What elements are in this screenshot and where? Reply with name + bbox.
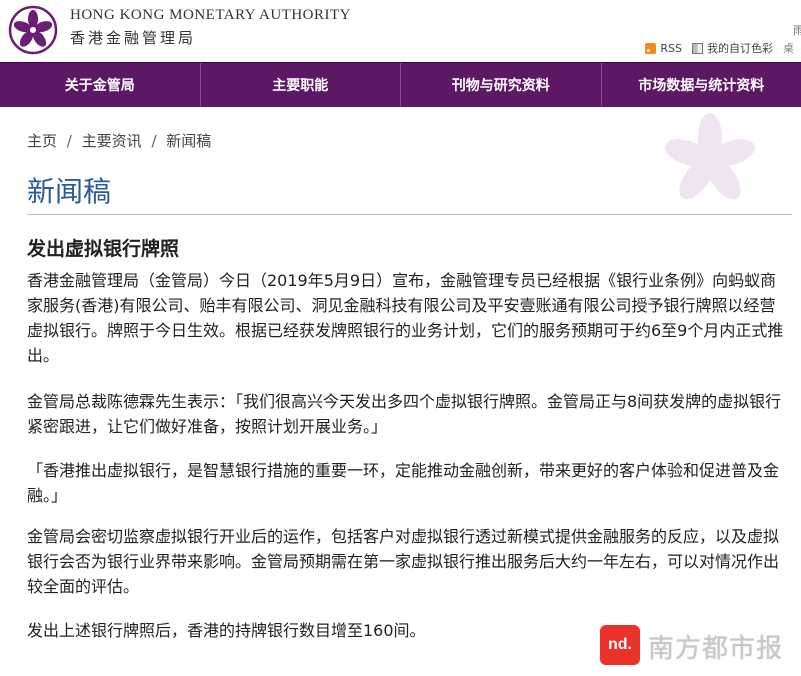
breadcrumb-separator: / xyxy=(66,132,72,150)
article-paragraph: 金管局总裁陈德霖先生表示：「我们很高兴今天发出多四个虚拟银行牌照。金管局正与8间… xyxy=(27,392,782,436)
main-nav: 关于金管局 主要职能 刊物与研究资料 市场数据与统计资料 xyxy=(0,62,801,107)
rss-icon[interactable] xyxy=(645,42,657,54)
article-paragraph: 金管局会密切监察虚拟银行开业后的运作，包括客户对虚拟银行透过新模式提供金融服务的… xyxy=(27,527,780,596)
media-watermark-name: 南方都市报 xyxy=(648,634,784,664)
org-name-en: HONG KONG MONETARY AUTHORITY xyxy=(70,7,351,23)
top-tools: RSS 我的自订色彩 桌 xyxy=(645,40,801,56)
top-cut-text: 雨 xyxy=(793,24,801,37)
title-divider xyxy=(27,214,792,215)
custom-color-link[interactable]: 我的自订色彩 xyxy=(707,40,773,56)
breadcrumb-current: 新闻稿 xyxy=(166,132,212,150)
bauhinia-watermark-icon xyxy=(665,113,755,200)
breadcrumb-home[interactable]: 主页 xyxy=(27,132,57,150)
palette-icon[interactable] xyxy=(692,42,703,54)
media-watermark-logo: nd. xyxy=(600,625,640,665)
article-title: 发出虚拟银行牌照 xyxy=(27,238,180,260)
desktop-link[interactable]: 桌 xyxy=(783,40,801,56)
nav-item-functions[interactable]: 主要职能 xyxy=(199,63,401,107)
hkma-logo-icon[interactable] xyxy=(8,5,58,55)
nav-item-market-data[interactable]: 市场数据与统计资料 xyxy=(600,63,801,107)
rss-link[interactable]: RSS xyxy=(660,42,682,55)
org-name-zh: 香港金融管理局 xyxy=(70,29,197,47)
nav-item-publications[interactable]: 刊物与研究资料 xyxy=(400,63,601,107)
breadcrumb: 主页 / 主要资讯 / 新闻稿 xyxy=(27,130,211,151)
site-header: HONG KONG MONETARY AUTHORITY 香港金融管理局 雨 R… xyxy=(0,0,801,62)
breadcrumb-separator: / xyxy=(151,132,157,150)
article-paragraph: 「香港推出虚拟银行，是智慧银行措施的重要一环，定能推动金融创新，带来更好的客户体… xyxy=(27,461,780,505)
nav-item-about[interactable]: 关于金管局 xyxy=(0,63,200,107)
page-title: 新闻稿 xyxy=(27,175,112,208)
breadcrumb-key-info[interactable]: 主要资讯 xyxy=(82,132,142,150)
article-paragraph: 香港金融管理局（金管局）今日（2019年5月9日）宣布，金融管理专员已经根据《银… xyxy=(27,271,784,365)
